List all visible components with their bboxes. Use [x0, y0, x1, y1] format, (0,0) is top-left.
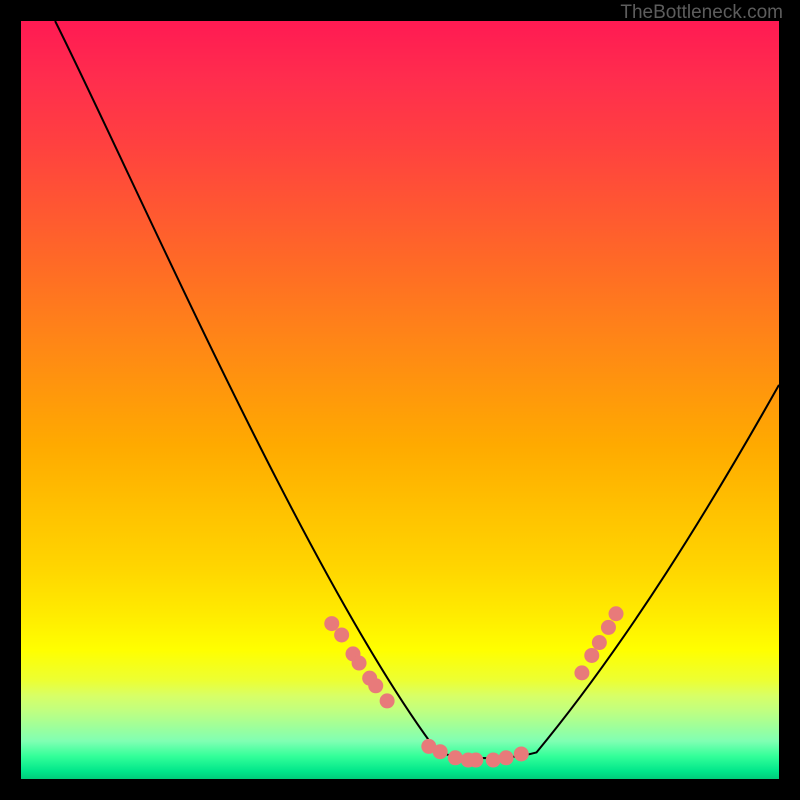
data-point-dot — [380, 693, 395, 708]
data-point-dot — [448, 750, 463, 765]
bottleneck-curve-svg — [21, 21, 779, 779]
data-point-dot — [433, 744, 448, 759]
data-point-dot — [486, 753, 501, 768]
data-point-dot — [601, 620, 616, 635]
data-point-dot — [584, 648, 599, 663]
data-point-dot — [468, 753, 483, 768]
data-point-dot — [334, 627, 349, 642]
bottleneck-curve — [55, 21, 779, 758]
data-point-dot — [514, 746, 529, 761]
data-point-dot — [324, 616, 339, 631]
data-point-dot — [574, 665, 589, 680]
watermark-text: TheBottleneck.com — [620, 2, 783, 24]
data-point-dot — [592, 635, 607, 650]
data-point-dot — [368, 678, 383, 693]
data-point-dot — [499, 750, 514, 765]
data-point-dot — [352, 656, 367, 671]
chart-container: TheBottleneck.com — [0, 0, 800, 800]
data-point-dot — [609, 606, 624, 621]
